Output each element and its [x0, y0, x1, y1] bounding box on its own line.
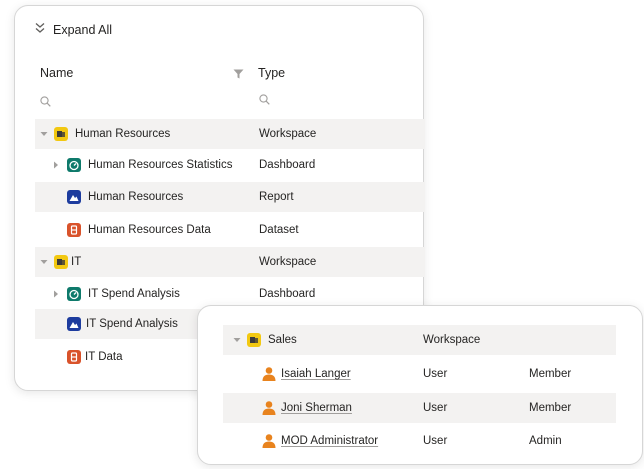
expand-all-button[interactable]: Expand All: [35, 22, 112, 37]
item-type: Dataset: [259, 224, 299, 236]
item-name[interactable]: Human Resources Statistics: [88, 159, 232, 171]
item-type: Dashboard: [259, 288, 316, 300]
item-type: User: [423, 368, 448, 380]
expand-all-label: Expand All: [53, 22, 113, 37]
item-name[interactable]: IT Spend Analysis: [86, 318, 178, 330]
item-name[interactable]: IT: [71, 256, 81, 268]
user-row[interactable]: Joni Sherman User Member: [223, 393, 616, 423]
item-type: User: [423, 435, 448, 447]
tree-row-report[interactable]: Human Resources Report: [35, 182, 425, 212]
item-type: Dashboard: [259, 159, 316, 171]
user-row[interactable]: MOD Administrator User Admin: [223, 426, 616, 456]
filter-icon[interactable]: [233, 68, 244, 82]
report-icon: [66, 189, 82, 208]
item-name[interactable]: Human Resources: [88, 191, 183, 203]
item-type: Workspace: [423, 334, 481, 346]
item-type: Workspace: [259, 128, 317, 140]
tree-row-dashboard[interactable]: Human Resources Statistics Dashboard: [35, 150, 425, 180]
chevron-down-icon[interactable]: [39, 131, 49, 137]
user-icon: [261, 433, 277, 452]
item-type: Report: [259, 191, 294, 203]
user-name-link[interactable]: Joni Sherman: [281, 402, 352, 414]
column-header-type[interactable]: Type: [258, 66, 285, 80]
chevron-down-icon[interactable]: [39, 259, 49, 265]
item-name[interactable]: IT Spend Analysis: [88, 288, 180, 300]
user-role: Member: [529, 368, 572, 380]
user-icon: [261, 366, 277, 385]
user-name-link[interactable]: Isaiah Langer: [281, 368, 351, 380]
workspace-icon: [53, 126, 69, 145]
tree-row-workspace[interactable]: IT Workspace: [35, 247, 425, 277]
user-role: Admin: [529, 435, 562, 447]
user-name-link[interactable]: MOD Administrator: [281, 435, 378, 447]
search-icon[interactable]: [40, 96, 51, 110]
report-icon: [66, 316, 82, 335]
user-icon: [261, 400, 277, 419]
item-type: User: [423, 402, 448, 414]
workspace-icon: [53, 254, 69, 273]
tree-row-workspace[interactable]: Human Resources Workspace: [35, 119, 425, 149]
dashboard-icon: [66, 286, 82, 305]
chevron-down-icon[interactable]: [232, 337, 242, 343]
user-row[interactable]: Isaiah Langer User Member: [223, 359, 616, 389]
item-type: Workspace: [259, 256, 317, 268]
tree-row-workspace[interactable]: Sales Workspace: [223, 325, 616, 355]
dataset-icon: [66, 222, 82, 241]
item-name[interactable]: IT Data: [85, 351, 123, 363]
item-name[interactable]: Sales: [268, 334, 297, 346]
chevron-right-icon[interactable]: [51, 161, 61, 169]
tree-row-dataset[interactable]: Human Resources Data Dataset: [35, 215, 425, 245]
double-chevron-down-icon: [35, 22, 45, 37]
workspace-icon: [246, 332, 262, 351]
dataset-icon: [66, 349, 82, 368]
item-name[interactable]: Human Resources Data: [88, 224, 211, 236]
sales-workspace-panel: Sales Workspace Isaiah Langer User Membe…: [197, 305, 643, 465]
chevron-right-icon[interactable]: [51, 290, 61, 298]
user-role: Member: [529, 402, 572, 414]
search-icon[interactable]: [259, 94, 270, 108]
item-name[interactable]: Human Resources: [75, 128, 170, 140]
column-header-name[interactable]: Name: [40, 66, 73, 80]
dashboard-icon: [66, 157, 82, 176]
